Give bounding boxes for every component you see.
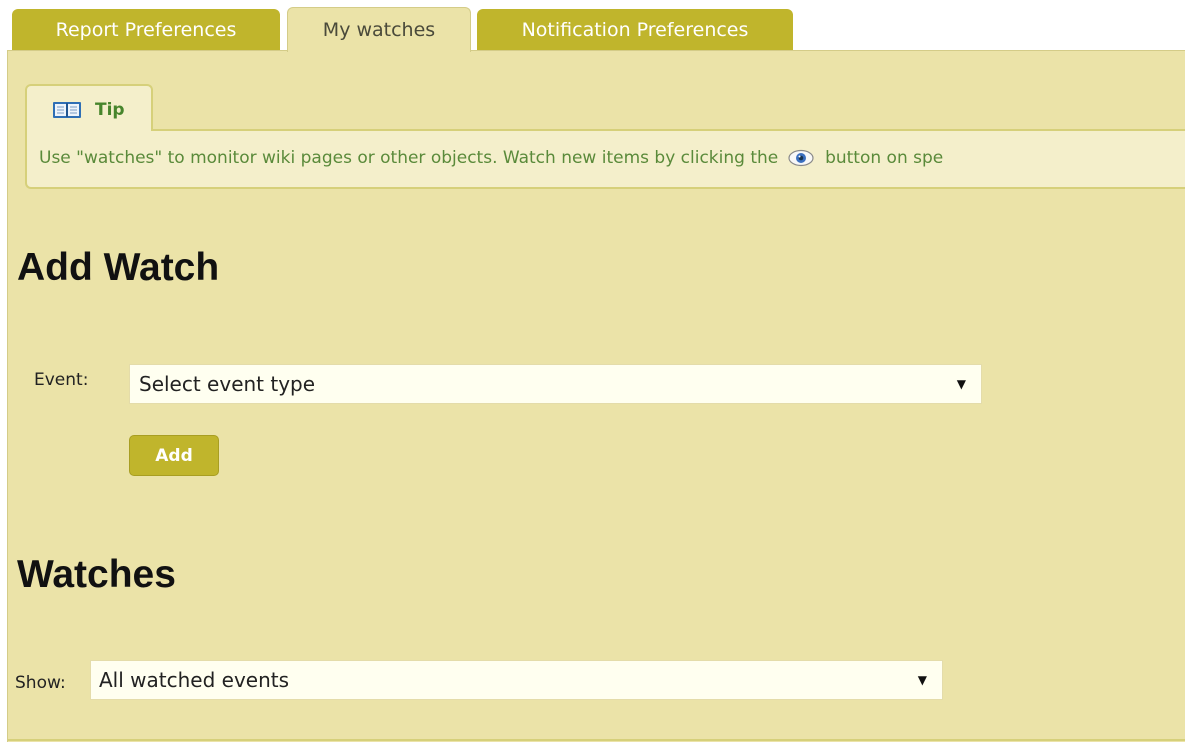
event-label: Event: xyxy=(34,370,89,390)
tab-label: My watches xyxy=(322,19,436,41)
book-icon xyxy=(52,101,82,119)
tab-label: Notification Preferences xyxy=(521,18,749,41)
tip-text: Use "watches" to monitor wiki pages or o… xyxy=(39,148,943,168)
preferences-tabs: Report Preferences My watches Notificati… xyxy=(0,0,1185,52)
eye-icon xyxy=(788,148,814,168)
watches-heading: Watches xyxy=(17,553,176,596)
panel-bottom-border xyxy=(8,739,1185,741)
show-select-value: All watched events xyxy=(99,668,290,692)
tip-header: Tip xyxy=(25,84,153,131)
add-watch-heading: Add Watch xyxy=(17,246,220,289)
show-events-select[interactable]: All watched events ▼ xyxy=(90,660,943,700)
tab-notification-preferences[interactable]: Notification Preferences xyxy=(477,9,793,50)
event-select-value: Select event type xyxy=(139,372,316,396)
show-label: Show: xyxy=(15,673,66,693)
tab-my-watches[interactable]: My watches xyxy=(287,7,471,52)
tip-text-before: Use "watches" to monitor wiki pages or o… xyxy=(39,148,779,168)
my-watches-panel: Tip Use "watches" to monitor wiki pages … xyxy=(7,50,1185,742)
event-type-select[interactable]: Select event type ▼ xyxy=(129,364,982,404)
tip-box: Use "watches" to monitor wiki pages or o… xyxy=(25,129,1185,189)
tab-label: Report Preferences xyxy=(55,18,237,41)
add-button[interactable]: Add xyxy=(129,435,219,476)
page-root: Report Preferences My watches Notificati… xyxy=(0,0,1185,742)
dropdown-arrow-icon: ▼ xyxy=(917,673,927,687)
dropdown-arrow-icon: ▼ xyxy=(956,377,966,391)
tip-title: Tip xyxy=(95,100,125,120)
tip-text-after: button on spe xyxy=(825,148,944,168)
tab-report-preferences[interactable]: Report Preferences xyxy=(12,9,280,50)
